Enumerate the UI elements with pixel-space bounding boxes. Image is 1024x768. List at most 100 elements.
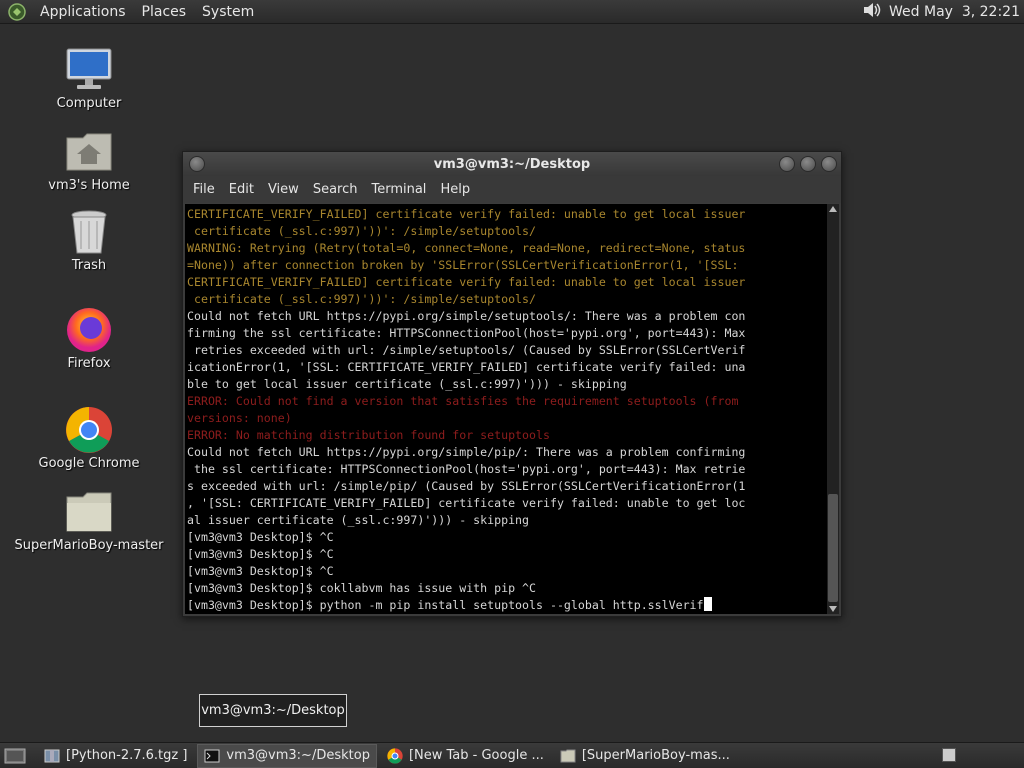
terminal-line: ERROR: Could not find a version that sat… [187, 393, 828, 410]
terminal-line: [vm3@vm3 Desktop]$ ^C [187, 563, 828, 580]
chrome-icon [65, 406, 113, 454]
show-desktop-button[interactable] [0, 744, 30, 768]
terminal-line-text: CERTIFICATE_VERIFY_FAILED] certificate v… [187, 275, 746, 289]
taskbar-item-terminal[interactable]: vm3@vm3:~/Desktop [197, 743, 377, 768]
terminal-line: Could not fetch URL https://pypi.org/sim… [187, 308, 828, 325]
applications-menu[interactable]: Applications [32, 0, 134, 24]
terminal-line: the ssl certificate: HTTPSConnectionPool… [187, 461, 828, 478]
archive-icon [44, 748, 60, 764]
terminal-line: ble to get local issuer certificate (_ss… [187, 376, 828, 393]
desktop-icon-label: SuperMarioBoy-master [14, 538, 164, 553]
terminal-line-text: [vm3@vm3 Desktop]$ cokllabvm has issue w… [187, 581, 537, 595]
terminal-line-text: the ssl certificate: HTTPSConnectionPool… [187, 462, 746, 476]
terminal-line-text: CERTIFICATE_VERIFY_FAILED] certificate v… [187, 207, 746, 221]
terminal-line-text: retries exceeded with url: /simple/setup… [187, 343, 746, 357]
terminal-line: [vm3@vm3 Desktop]$ ^C [187, 529, 828, 546]
taskbar-tooltip: vm3@vm3:~/Desktop [199, 694, 347, 727]
terminal-line: WARNING: Retrying (Retry(total=0, connec… [187, 240, 828, 257]
terminal-line: Could not fetch URL https://pypi.org/sim… [187, 444, 828, 461]
distro-logo-icon[interactable] [6, 1, 28, 23]
terminal-line-text: Could not fetch URL https://pypi.org/sim… [187, 309, 746, 323]
terminal-line: [vm3@vm3 Desktop]$ cokllabvm has issue w… [187, 580, 828, 597]
terminal-line: s exceeded with url: /simple/pip/ (Cause… [187, 478, 828, 495]
terminal-line: [vm3@vm3 Desktop]$ python -m pip install… [187, 597, 828, 614]
desktop-icon-label: Firefox [67, 356, 111, 371]
terminal-line: ERROR: No matching distribution found fo… [187, 427, 828, 444]
clock[interactable]: Wed May 3, 22:21 [889, 4, 1020, 20]
volume-icon[interactable] [861, 0, 883, 24]
desktop-icon-chrome[interactable]: Google Chrome [14, 406, 164, 471]
maximize-button[interactable] [800, 156, 816, 172]
desktop-icon-firefox[interactable]: Firefox [14, 306, 164, 371]
menu-search[interactable]: Search [306, 182, 365, 197]
terminal-line: CERTIFICATE_VERIFY_FAILED] certificate v… [187, 274, 828, 291]
terminal-line: certificate (_ssl.c:997)'))': /simple/se… [187, 291, 828, 308]
scrollbar-thumb[interactable] [828, 494, 838, 602]
folder-icon [560, 748, 576, 764]
terminal-line-text: firming the ssl certificate: HTTPSConnec… [187, 326, 746, 340]
bottom-panel: [Python-2.7.6.tgz ] vm3@vm3:~/Desktop [N… [0, 742, 1024, 768]
taskbar-item-python[interactable]: [Python-2.7.6.tgz ] [38, 744, 193, 768]
terminal-line: retries exceeded with url: /simple/setup… [187, 342, 828, 359]
desktop-icon-label: Computer [56, 96, 122, 111]
menu-edit[interactable]: Edit [222, 182, 261, 197]
home-folder-icon [65, 128, 113, 176]
terminal-line-text: [vm3@vm3 Desktop]$ ^C [187, 564, 334, 578]
terminal-line-text: certificate (_ssl.c:997)'))': /simple/se… [187, 224, 537, 238]
taskbar-item-label: [Python-2.7.6.tgz ] [66, 748, 188, 763]
terminal-cursor [703, 597, 712, 611]
terminal-line: firming the ssl certificate: HTTPSConnec… [187, 325, 828, 342]
desktop-icon-trash[interactable]: Trash [14, 208, 164, 273]
desktop-icon-home[interactable]: vm3's Home [14, 128, 164, 193]
minimize-button[interactable] [779, 156, 795, 172]
taskbar-item-label: [New Tab - Google ... [408, 748, 544, 763]
terminal-line: versions: none) [187, 410, 828, 427]
terminal-icon [204, 748, 220, 764]
workspace-switcher[interactable] [942, 748, 956, 762]
terminal-line: icationError(1, '[SSL: CERTIFICATE_VERIF… [187, 359, 828, 376]
terminal-line-text: [vm3@vm3 Desktop]$ python -m pip install… [187, 598, 704, 612]
taskbar-item-label: vm3@vm3:~/Desktop [226, 748, 370, 763]
terminal-line: al issuer certificate (_ssl.c:997)'))) -… [187, 512, 828, 529]
menu-file[interactable]: File [186, 182, 222, 197]
window-titlebar[interactable]: vm3@vm3:~/Desktop [183, 152, 841, 176]
terminal-line-text: =None)) after connection broken by 'SSLE… [187, 258, 739, 272]
trash-icon [65, 208, 113, 256]
desktop-icon-supermarioboy[interactable]: SuperMarioBoy-master [14, 488, 164, 553]
terminal-line-text: ble to get local issuer certificate (_ss… [187, 377, 627, 391]
menu-help[interactable]: Help [433, 182, 477, 197]
desktop-icon-label: Trash [71, 258, 107, 273]
taskbar-item-folder[interactable]: [SuperMarioBoy-mas... [554, 744, 736, 768]
terminal-line-text: ERROR: No matching distribution found fo… [187, 428, 550, 442]
system-menu[interactable]: System [194, 0, 262, 24]
terminal-line-text: s exceeded with url: /simple/pip/ (Cause… [187, 479, 746, 493]
terminal-line-text: ERROR: Could not find a version that sat… [187, 394, 739, 408]
close-button[interactable] [821, 156, 837, 172]
desktop-icon-label: Google Chrome [38, 456, 140, 471]
places-menu[interactable]: Places [134, 0, 195, 24]
scroll-down-arrow-icon[interactable] [829, 606, 837, 612]
firefox-icon [65, 306, 113, 354]
terminal-line-text: al issuer certificate (_ssl.c:997)'))) -… [187, 513, 530, 527]
computer-icon [65, 46, 113, 94]
taskbar-item-label: [SuperMarioBoy-mas... [581, 748, 730, 763]
terminal-scrollbar[interactable] [827, 204, 839, 614]
desktop-icon-computer[interactable]: Computer [14, 46, 164, 111]
terminal-line: [vm3@vm3 Desktop]$ ^C [187, 546, 828, 563]
terminal-window[interactable]: vm3@vm3:~/Desktop File Edit View Search … [182, 151, 842, 617]
terminal-menubar: File Edit View Search Terminal Help [183, 176, 841, 203]
menu-view[interactable]: View [261, 182, 306, 197]
terminal-line-text: [vm3@vm3 Desktop]$ ^C [187, 547, 334, 561]
menu-terminal[interactable]: Terminal [364, 182, 433, 197]
taskbar-item-chrome[interactable]: [New Tab - Google ... [381, 744, 550, 768]
terminal-output[interactable]: CERTIFICATE_VERIFY_FAILED] certificate v… [185, 204, 828, 614]
desktop-icon-label: vm3's Home [48, 178, 130, 193]
terminal-line-text: WARNING: Retrying (Retry(total=0, connec… [187, 241, 746, 255]
top-panel: Applications Places System Wed May 3, 22… [0, 0, 1024, 24]
terminal-line: certificate (_ssl.c:997)'))': /simple/se… [187, 223, 828, 240]
window-menu-button[interactable] [189, 156, 205, 172]
terminal-line-text: icationError(1, '[SSL: CERTIFICATE_VERIF… [187, 360, 746, 374]
terminal-line: , '[SSL: CERTIFICATE_VERIFY_FAILED] cert… [187, 495, 828, 512]
terminal-line-text: [vm3@vm3 Desktop]$ ^C [187, 530, 334, 544]
scroll-up-arrow-icon[interactable] [829, 206, 837, 212]
